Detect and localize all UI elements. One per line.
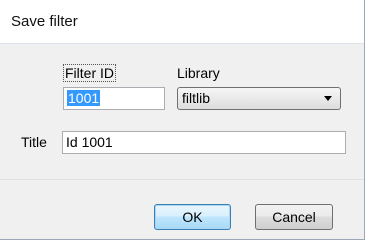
dialog-title: Save filter: [11, 13, 78, 30]
dialog-footer: OK Cancel: [0, 179, 364, 239]
title-label: Title: [21, 134, 47, 150]
library-label: Library: [177, 65, 220, 81]
library-selected-value: filtlib: [182, 90, 211, 106]
filter-id-label: Filter ID: [63, 64, 116, 82]
title-input[interactable]: Id 1001: [62, 131, 346, 154]
dialog-body: Filter ID Library 1001 filtlib Title Id …: [0, 44, 364, 179]
save-filter-dialog: Save filter Filter ID Library 1001 filtl…: [0, 0, 365, 240]
dialog-titlebar[interactable]: Save filter: [0, 0, 364, 44]
cancel-button[interactable]: Cancel: [255, 204, 333, 230]
filter-id-input[interactable]: 1001: [63, 87, 165, 110]
library-select[interactable]: filtlib: [177, 87, 341, 110]
ok-button[interactable]: OK: [154, 204, 231, 230]
chevron-down-icon: [324, 96, 332, 101]
title-value: Id 1001: [66, 134, 113, 150]
filter-id-value: 1001: [67, 90, 101, 106]
